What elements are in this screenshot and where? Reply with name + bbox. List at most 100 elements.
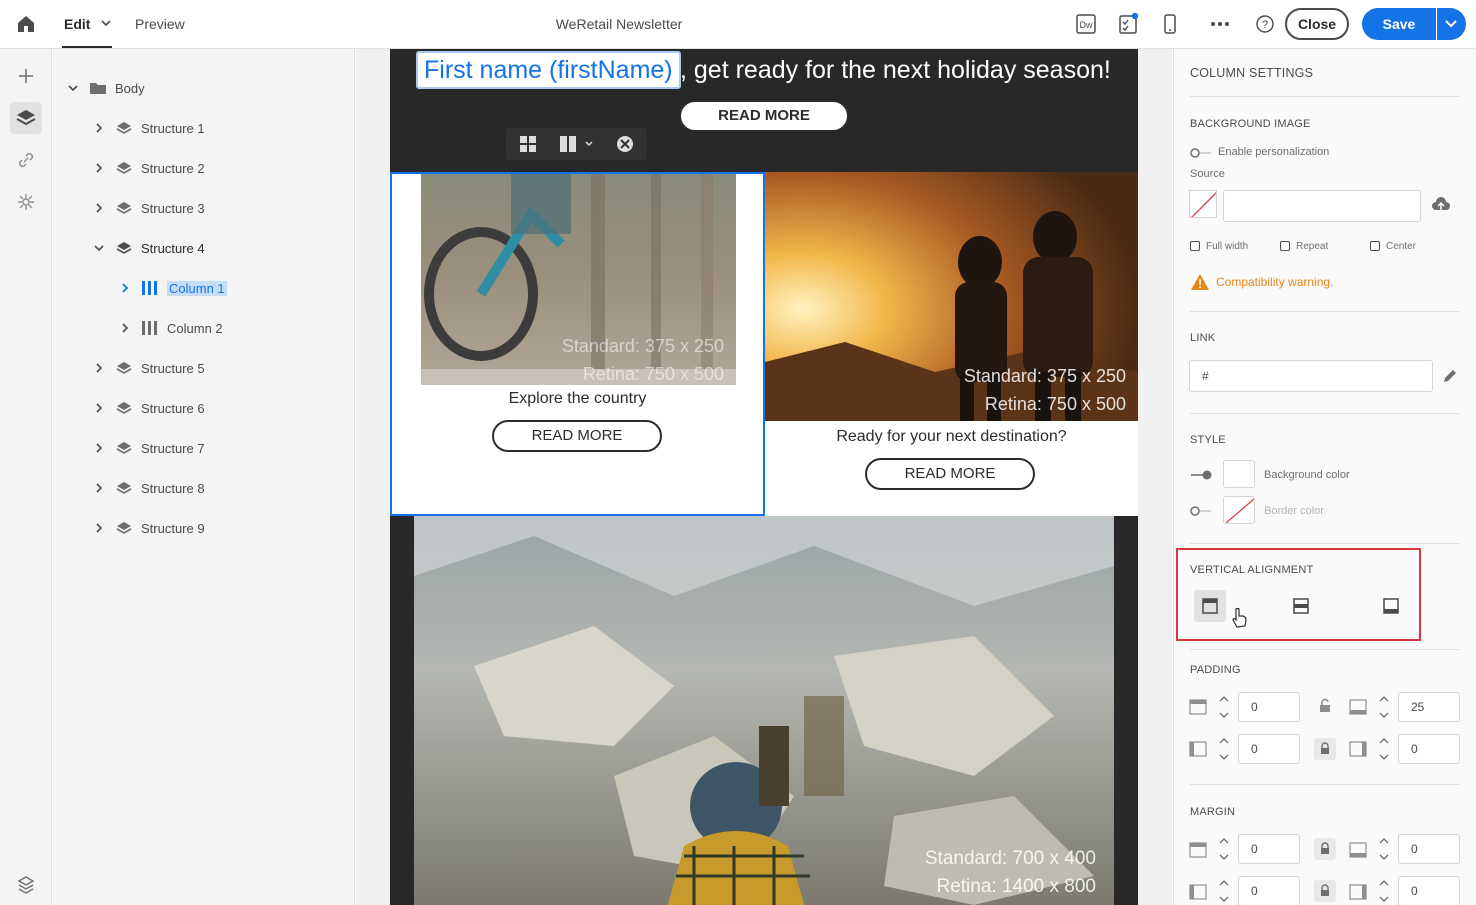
align-top-button[interactable] [1194, 590, 1226, 622]
divider [1190, 543, 1460, 544]
lock-icon[interactable] [1314, 738, 1336, 760]
document-title: WeRetail Newsletter [555, 16, 683, 32]
margin-right-icon [1349, 884, 1367, 900]
margin-left-stepper[interactable] [1213, 876, 1235, 905]
close-button[interactable]: Close [1285, 8, 1349, 40]
chevron-down-icon [68, 85, 78, 92]
standard-size-label: Standard: 375 x 250 [963, 366, 1126, 386]
top-bar: Edit Preview WeRetail Newsletter Dw ? Cl… [0, 0, 1476, 49]
read-more-button[interactable]: READ MORE [865, 458, 1035, 490]
pencil-icon[interactable] [1440, 366, 1460, 386]
padding-right-icon [1349, 741, 1367, 757]
tree-item-structure-3[interactable]: Structure 3 [93, 196, 205, 220]
layers-settings-icon[interactable] [14, 873, 38, 897]
margin-right-stepper[interactable] [1373, 876, 1395, 905]
padding-top-stepper[interactable] [1213, 692, 1235, 722]
column-1-text[interactable]: Explore the country [392, 390, 763, 408]
margin-top-input[interactable]: 0 [1238, 834, 1300, 864]
align-bottom-icon [1383, 598, 1399, 614]
margin-top-stepper[interactable] [1213, 834, 1235, 864]
layers-icon[interactable] [10, 102, 42, 134]
margin-right-input[interactable]: 0 [1398, 876, 1460, 905]
padding-left-stepper[interactable] [1213, 734, 1235, 764]
personalization-icon[interactable] [14, 190, 38, 214]
tree-item-structure-7[interactable]: Structure 7 [93, 436, 205, 460]
tree-item-structure-4[interactable]: Structure 4 [93, 236, 205, 260]
more-icon[interactable] [1208, 12, 1232, 36]
unlock-icon[interactable] [1317, 698, 1333, 714]
help-icon[interactable]: ? [1253, 12, 1277, 36]
padding-right-input[interactable]: 0 [1398, 734, 1460, 764]
divider [1190, 311, 1460, 312]
tree-item-body[interactable]: Body [67, 76, 145, 100]
tree-item-structure-8[interactable]: Structure 8 [93, 476, 205, 500]
margin-bottom-stepper[interactable] [1373, 834, 1395, 864]
padding-bottom-input[interactable]: 25 [1398, 692, 1460, 722]
compatibility-warning[interactable]: Compatibility warning. [1190, 273, 1333, 291]
enable-personalization-label: Enable personalization [1218, 146, 1330, 158]
layers-icon [116, 242, 132, 254]
lock-icon[interactable] [1314, 880, 1336, 902]
layers-icon [116, 442, 132, 454]
border-color-swatch[interactable] [1223, 496, 1255, 524]
tree-item-label: Column 2 [167, 320, 223, 336]
full-width-checkbox[interactable] [1190, 241, 1200, 251]
padding-top-input[interactable]: 0 [1238, 692, 1300, 722]
tree-item-structure-9[interactable]: Structure 9 [93, 516, 205, 540]
margin-bottom-input[interactable]: 0 [1398, 834, 1460, 864]
add-icon[interactable] [14, 64, 38, 88]
align-bottom-button[interactable] [1375, 590, 1407, 622]
save-button[interactable]: Save [1362, 8, 1436, 40]
no-image-icon [1191, 192, 1216, 217]
link-icon[interactable] [14, 148, 38, 172]
layers-icon [116, 122, 132, 134]
headline-text[interactable]: , get ready for the next holiday season! [680, 53, 1111, 87]
enable-personalization-toggle[interactable] [1189, 146, 1213, 158]
tree-item-structure-6[interactable]: Structure 6 [93, 396, 205, 420]
column-2[interactable]: Standard: 375 x 250 Retina: 750 x 500 Re… [765, 172, 1138, 516]
read-more-button[interactable]: READ MORE [679, 100, 849, 132]
align-middle-button[interactable] [1285, 590, 1317, 622]
tree-item-label: Structure 5 [141, 360, 205, 376]
source-input[interactable] [1223, 190, 1421, 222]
tree-item-label: Structure 4 [141, 240, 205, 256]
tree-item-structure-5[interactable]: Structure 5 [93, 356, 205, 380]
tree-item-column-1[interactable]: Column 1 [119, 276, 227, 300]
column-1[interactable]: Standard: 375 x 250 Retina: 750 x 500 Ex… [390, 172, 765, 516]
hikers-image[interactable]: Standard: 375 x 250 Retina: 750 x 500 [765, 172, 1138, 421]
checklist-icon[interactable] [1116, 12, 1140, 36]
read-more-button[interactable]: READ MORE [492, 420, 662, 452]
center-checkbox[interactable] [1370, 241, 1380, 251]
style-heading: STYLE [1190, 434, 1226, 446]
background-color-toggle[interactable] [1189, 468, 1213, 480]
border-color-label: Border color [1264, 505, 1324, 517]
image-dimensions: Standard: 375 x 250 Retina: 750 x 500 [562, 332, 724, 385]
divider [1190, 96, 1460, 97]
mobile-preview-icon[interactable] [1158, 12, 1182, 36]
source-label: Source [1190, 168, 1225, 180]
tree-item-structure-2[interactable]: Structure 2 [93, 156, 205, 180]
mountain-image[interactable]: Standard: 700 x 400 Retina: 1400 x 800 [414, 516, 1114, 905]
save-options-button[interactable] [1436, 8, 1466, 40]
tree-item-label: Column 1 [167, 280, 227, 296]
padding-right-stepper[interactable] [1373, 734, 1395, 764]
upload-cloud-icon[interactable] [1431, 195, 1451, 215]
padding-bottom-stepper[interactable] [1373, 692, 1395, 722]
chevron-right-icon [96, 523, 103, 533]
border-color-toggle[interactable] [1189, 504, 1213, 516]
background-color-swatch[interactable] [1223, 460, 1255, 488]
padding-left-input[interactable]: 0 [1238, 734, 1300, 764]
margin-left-input[interactable]: 0 [1238, 876, 1300, 905]
link-input[interactable]: # [1189, 360, 1433, 392]
repeat-checkbox[interactable] [1280, 241, 1290, 251]
dreamweaver-icon[interactable]: Dw [1074, 12, 1098, 36]
tree-item-column-2[interactable]: Column 2 [119, 316, 223, 340]
bike-image[interactable]: Standard: 375 x 250 Retina: 750 x 500 [421, 174, 736, 385]
lock-icon[interactable] [1314, 838, 1336, 860]
tree-item-structure-1[interactable]: Structure 1 [93, 116, 205, 140]
left-rail [0, 49, 52, 905]
personalization-token[interactable]: First name (firstName) [416, 51, 681, 89]
columns-icon [142, 321, 157, 335]
source-image-swatch[interactable] [1189, 190, 1217, 218]
column-2-text[interactable]: Ready for your next destination? [765, 428, 1138, 446]
